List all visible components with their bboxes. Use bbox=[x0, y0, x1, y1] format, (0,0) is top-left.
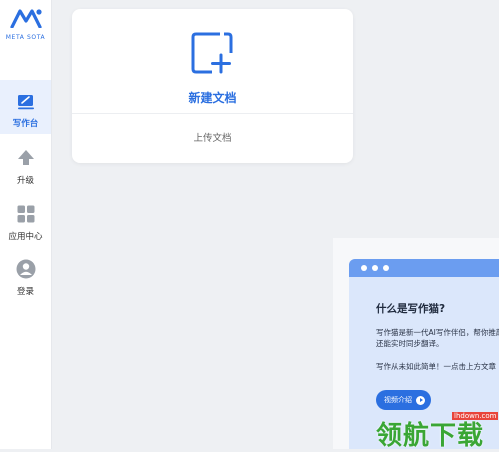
upload-document-button[interactable]: 上传文档 bbox=[72, 114, 353, 163]
promo-description: 写作猫是新一代AI写作伴侣，帮你推敲 还能实时同步翻译。 bbox=[376, 327, 499, 349]
write-icon bbox=[17, 95, 34, 110]
sidebar: META SOTA 写作台 升级 应用中心 登录 bbox=[0, 0, 52, 449]
user-icon bbox=[16, 259, 35, 279]
new-document-icon bbox=[191, 32, 233, 74]
nav-item-login[interactable]: 登录 bbox=[0, 259, 51, 297]
promo-window-bar bbox=[349, 259, 499, 277]
video-intro-button[interactable]: 视频介绍 bbox=[376, 390, 431, 410]
nav-item-upgrade[interactable]: 升级 bbox=[0, 148, 51, 186]
document-card: 新建文档 上传文档 bbox=[72, 9, 353, 163]
watermark-text: 领航下载 bbox=[376, 421, 485, 451]
new-document-label: 新建文档 bbox=[188, 91, 237, 105]
window-dot-icon bbox=[383, 265, 389, 271]
nav-label-apps: 应用中心 bbox=[8, 232, 43, 242]
apps-grid-icon bbox=[17, 205, 34, 223]
promo-line-2: 还能实时同步翻译。 bbox=[376, 339, 444, 348]
meta-sota-logo-icon bbox=[9, 9, 42, 29]
promo-line-3: 写作从未如此简单！一点击上方文章 bbox=[376, 362, 496, 371]
logo[interactable]: META SOTA bbox=[0, 8, 51, 41]
window-dot-icon bbox=[361, 265, 367, 271]
promo-title: 什么是写作猫? bbox=[376, 303, 446, 315]
upload-arrow-icon bbox=[17, 150, 34, 165]
nav-label-write: 写作台 bbox=[12, 119, 39, 129]
promo-line-1: 写作猫是新一代AI写作伴侣，帮你推敲 bbox=[376, 328, 499, 337]
nav-item-apps[interactable]: 应用中心 bbox=[0, 204, 51, 242]
nav-item-write[interactable]: 写作台 bbox=[0, 80, 51, 134]
nav-label-login: 登录 bbox=[16, 287, 34, 297]
window-dot-icon bbox=[372, 265, 378, 271]
nav-label-upgrade: 升级 bbox=[16, 176, 34, 186]
logo-text: META SOTA bbox=[5, 34, 46, 41]
play-icon bbox=[416, 395, 425, 405]
new-document-button[interactable]: 新建文档 bbox=[72, 9, 353, 113]
video-intro-label: 视频介绍 bbox=[384, 396, 412, 404]
